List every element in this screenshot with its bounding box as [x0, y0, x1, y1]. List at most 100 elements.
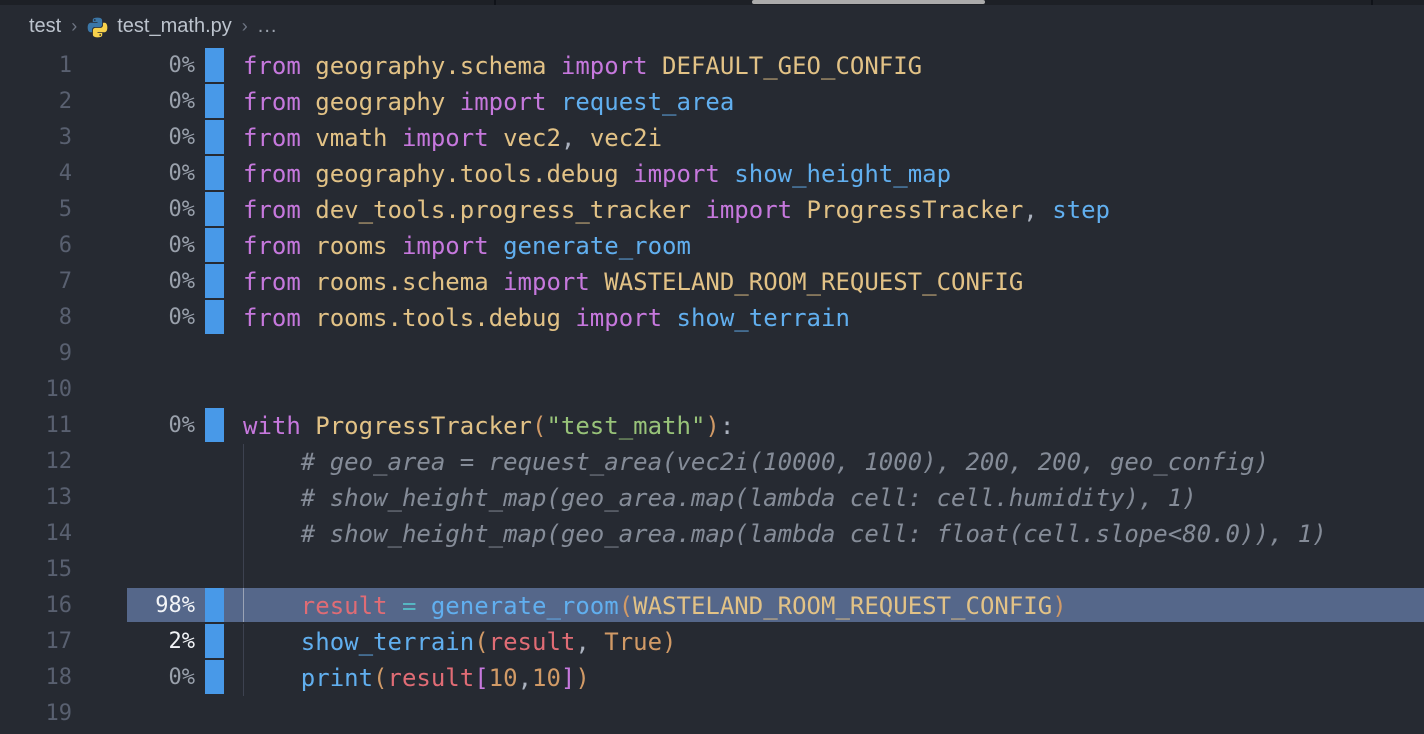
token-kw: import [575, 304, 676, 332]
token-punc: , [1023, 196, 1052, 224]
token-var: result [388, 664, 475, 692]
coverage-percent: 0% [80, 264, 195, 300]
code-line[interactable]: 30%from vmath import vec2, vec2i [0, 120, 1424, 156]
code-line[interactable]: 70% from rooms.schema import WASTELAND_RO… [0, 264, 1424, 300]
code-line[interactable]: 10 [0, 372, 1424, 408]
code-line[interactable]: 19 [0, 696, 1424, 732]
line-number[interactable]: 13 [0, 480, 72, 516]
token-fn: request_area [561, 88, 734, 116]
token-op: = [388, 592, 431, 620]
line-number[interactable]: 15 [0, 552, 72, 588]
token-brkt1: ) [1052, 592, 1066, 620]
line-number[interactable]: 3 [0, 120, 72, 156]
line-number[interactable]: 17 [0, 624, 72, 660]
code-line[interactable]: 50% from dev_tools.progress_tracker impor… [0, 192, 1424, 228]
line-number[interactable]: 9 [0, 336, 72, 372]
code-line[interactable]: 172% show_terrain(result, True) [0, 624, 1424, 660]
token-mod: DEFAULT_GEO_CONFIG [662, 52, 922, 80]
coverage-percent: 0% [80, 48, 195, 84]
code-text: from rooms.schema import WASTELAND_ROOM_… [243, 264, 1023, 300]
code-line[interactable]: 60%from rooms import generate_room [0, 228, 1424, 264]
code-text: show_terrain(result, True) [243, 624, 677, 660]
line-number[interactable]: 14 [0, 516, 72, 552]
code-line[interactable]: 10%from geography.schema import DEFAULT_… [0, 48, 1424, 84]
line-number[interactable]: 16 [0, 588, 72, 624]
token-mod: vec2i [590, 124, 662, 152]
line-number[interactable]: 6 [0, 228, 72, 264]
breadcrumb-folder[interactable]: test [29, 15, 61, 38]
token-fn: print [301, 664, 373, 692]
breadcrumb-symbol-ellipsis[interactable]: ... [258, 15, 278, 38]
coverage-percent: 0% [80, 156, 195, 192]
line-number[interactable]: 4 [0, 156, 72, 192]
line-number[interactable]: 19 [0, 696, 72, 732]
python-icon [87, 17, 108, 38]
code-line[interactable]: 40% from geography.tools.debug import sho… [0, 156, 1424, 192]
line-number[interactable]: 11 [0, 408, 72, 444]
line-number[interactable]: 10 [0, 372, 72, 408]
token-brkt1: ) [662, 628, 676, 656]
line-number[interactable]: 8 [0, 300, 72, 336]
code-line[interactable]: 9 [0, 336, 1424, 372]
code-text: result = generate_room(WASTELAND_ROOM_RE… [243, 588, 1067, 624]
code-line[interactable]: 15 [0, 552, 1424, 588]
line-number[interactable]: 18 [0, 660, 72, 696]
code-line[interactable]: 110%with ProgressTracker("test_math"): [0, 408, 1424, 444]
token-cmt: # show_height_map(geo_area.map(lambda ce… [301, 484, 1197, 512]
token-var: result [301, 592, 388, 620]
token-brkt1: ) [575, 664, 589, 692]
token-brkt1: ( [619, 592, 633, 620]
token-str: "test_math" [546, 412, 705, 440]
token-punc: : [720, 412, 734, 440]
code-line[interactable]: 1698% result = generate_room(WASTELAND_R… [0, 588, 1424, 624]
token-kw: from [243, 268, 315, 296]
token-cmt: # geo_area = request_area(vec2i(10000, 1… [301, 448, 1269, 476]
breadcrumb-file[interactable]: test_math.py [117, 15, 232, 38]
line-number[interactable]: 5 [0, 192, 72, 228]
token-mod: ProgressTracker [807, 196, 1024, 224]
token-kw: with [243, 412, 315, 440]
code-line[interactable]: 14 # show_height_map(geo_area.map(lambda… [0, 516, 1424, 552]
coverage-percent: 0% [80, 660, 195, 696]
code-line[interactable]: 20% from geography import request_area [0, 84, 1424, 120]
token-kw: from [243, 124, 315, 152]
coverage-indicator [205, 156, 224, 190]
coverage-percent: 98% [80, 588, 195, 624]
code-line[interactable]: 180% print(result[10,10]) [0, 660, 1424, 696]
coverage-percent: 0% [80, 408, 195, 444]
token-brkt2: [ [474, 664, 488, 692]
code-line[interactable]: 12 # geo_area = request_area(vec2i(10000… [0, 444, 1424, 480]
token-plain [243, 628, 301, 656]
line-number[interactable]: 2 [0, 84, 72, 120]
token-kw: from [243, 304, 315, 332]
token-num: 10 [489, 664, 518, 692]
coverage-percent: 0% [80, 192, 195, 228]
token-fn: show_terrain [677, 304, 850, 332]
token-fn: generate_room [503, 232, 691, 260]
indent-guide [243, 552, 244, 588]
code-text: from dev_tools.progress_tracker import P… [243, 192, 1110, 228]
line-number[interactable]: 12 [0, 444, 72, 480]
token-kw: from [243, 88, 315, 116]
line-number[interactable]: 7 [0, 264, 72, 300]
token-kw: import [460, 88, 561, 116]
token-mod: geography [315, 88, 460, 116]
chevron-right-icon: › [70, 16, 78, 37]
token-plain [243, 484, 301, 512]
token-mod: geography.schema [315, 52, 561, 80]
coverage-indicator [205, 660, 224, 694]
coverage-indicator [205, 84, 224, 118]
horizontal-scrollbar-thumb[interactable] [752, 0, 985, 4]
code-text: print(result[10,10]) [243, 660, 590, 696]
coverage-indicator [205, 300, 224, 334]
coverage-percent: 0% [80, 84, 195, 120]
tab-separator [494, 0, 496, 5]
token-fn: generate_room [431, 592, 619, 620]
coverage-indicator [205, 228, 224, 262]
code-line[interactable]: 13 # show_height_map(geo_area.map(lambda… [0, 480, 1424, 516]
code-line[interactable]: 80%from rooms.tools.debug import show_te… [0, 300, 1424, 336]
line-number[interactable]: 1 [0, 48, 72, 84]
token-kw: import [503, 268, 604, 296]
coverage-percent: 0% [80, 300, 195, 336]
code-text: from geography.tools.debug import show_h… [243, 156, 951, 192]
